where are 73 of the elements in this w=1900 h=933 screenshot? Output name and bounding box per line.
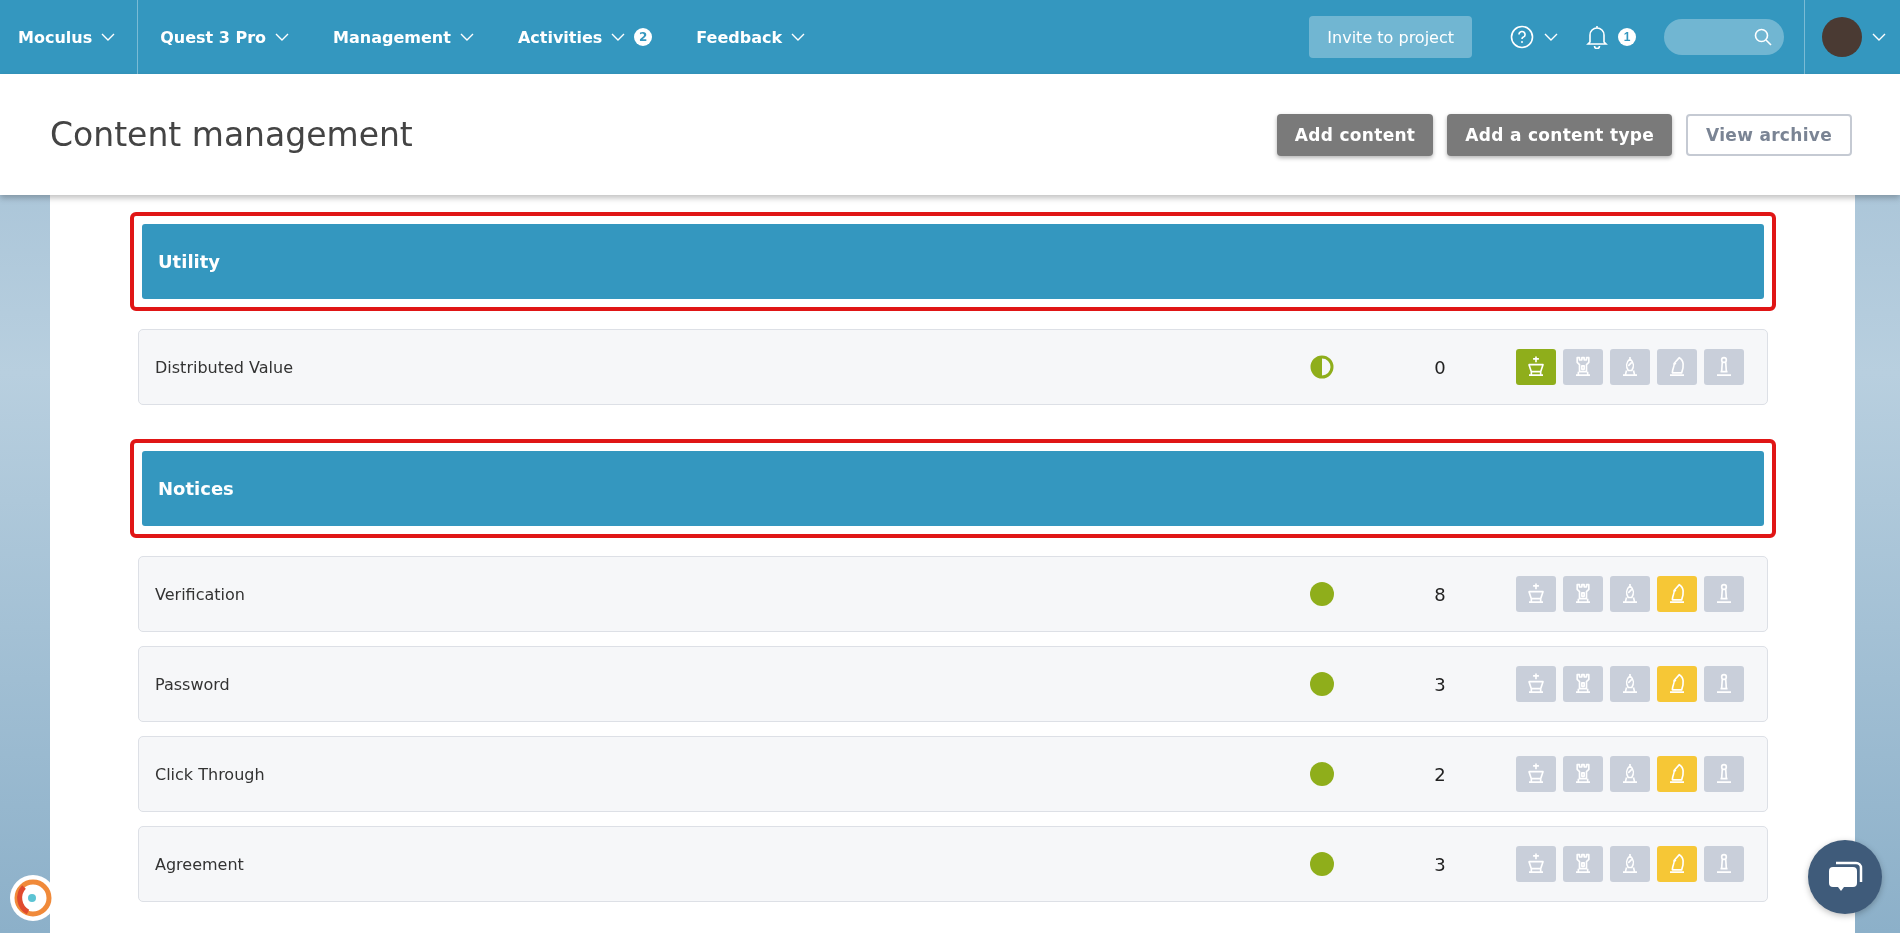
half-circle-icon xyxy=(1310,355,1334,379)
chevron-down-icon xyxy=(275,33,290,41)
header-button[interactable]: Add a content type xyxy=(1447,113,1673,156)
content-name: Distributed Value xyxy=(154,357,294,377)
content-name: Password xyxy=(154,674,231,694)
status-dot xyxy=(1310,852,1334,876)
avatar xyxy=(1822,17,1862,57)
status-dot xyxy=(1310,672,1334,696)
content-count: 8 xyxy=(1433,583,1447,605)
count-badge: 2 xyxy=(634,28,653,46)
header-button[interactable]: View archive xyxy=(1686,113,1852,156)
pawn-piece-button[interactable] xyxy=(1704,666,1744,702)
pawn-piece-button[interactable] xyxy=(1704,576,1744,612)
count-badge: 1 xyxy=(1618,28,1636,46)
chevron-down-icon xyxy=(101,33,116,41)
content-count: 0 xyxy=(1433,356,1447,378)
rook-piece-button[interactable] xyxy=(1563,756,1603,792)
nav-menu[interactable]: Quest 3 Pro xyxy=(138,0,312,74)
chevron-down-icon xyxy=(459,33,474,41)
bishop-piece-button[interactable] xyxy=(1610,756,1650,792)
nav-menu[interactable]: Feedback xyxy=(674,0,828,74)
bishop-piece-button[interactable] xyxy=(1610,576,1650,612)
content-name: Click Through xyxy=(154,764,266,784)
content-name: Agreement xyxy=(154,854,245,874)
chevron-down-icon xyxy=(1544,33,1558,41)
pawn-piece-button[interactable] xyxy=(1704,846,1744,882)
status-dot xyxy=(1310,582,1334,606)
bell-icon xyxy=(1586,25,1608,49)
rook-piece-button[interactable] xyxy=(1563,846,1603,882)
knight-piece-button[interactable] xyxy=(1657,666,1697,702)
chat-button[interactable] xyxy=(1808,840,1882,914)
content-count: 2 xyxy=(1433,763,1447,785)
help-menu[interactable] xyxy=(1510,25,1558,49)
rook-piece-button[interactable] xyxy=(1563,349,1603,385)
king-piece-button[interactable] xyxy=(1516,756,1556,792)
content-row[interactable]: Password 3 xyxy=(138,646,1768,722)
knight-piece-button[interactable] xyxy=(1657,846,1697,882)
king-piece-button[interactable] xyxy=(1516,666,1556,702)
pawn-piece-button[interactable] xyxy=(1704,349,1744,385)
king-piece-button[interactable] xyxy=(1516,576,1556,612)
content-row[interactable]: Distributed Value 0 xyxy=(138,329,1768,405)
page-title: Content management xyxy=(50,115,414,154)
content-row[interactable]: Verification 8 xyxy=(138,556,1768,632)
notifications-button[interactable]: 1 xyxy=(1586,25,1636,49)
nav-menu[interactable]: Management xyxy=(311,0,496,74)
content-name: Verification xyxy=(154,584,246,604)
search-icon xyxy=(1754,28,1772,46)
bishop-piece-button[interactable] xyxy=(1610,666,1650,702)
nav-menu[interactable]: Activities 2 xyxy=(495,0,675,74)
rook-piece-button[interactable] xyxy=(1563,576,1603,612)
knight-piece-button[interactable] xyxy=(1657,349,1697,385)
search-field[interactable] xyxy=(1664,19,1784,55)
king-piece-button[interactable] xyxy=(1516,349,1556,385)
group-header: Utility xyxy=(142,224,1764,299)
bishop-piece-button[interactable] xyxy=(1610,846,1650,882)
pawn-piece-button[interactable] xyxy=(1704,756,1744,792)
header-button[interactable]: Add content xyxy=(1276,113,1434,156)
status-dot xyxy=(1310,762,1334,786)
content-row[interactable]: Agreement 3 xyxy=(138,826,1768,902)
chevron-down-icon xyxy=(791,33,806,41)
content-count: 3 xyxy=(1433,853,1447,875)
knight-piece-button[interactable] xyxy=(1657,756,1697,792)
bishop-piece-button[interactable] xyxy=(1610,349,1650,385)
content-row[interactable]: Click Through 2 xyxy=(138,736,1768,812)
rook-piece-button[interactable] xyxy=(1563,666,1603,702)
group-header: Notices xyxy=(142,451,1764,526)
knight-piece-button[interactable] xyxy=(1657,576,1697,612)
chevron-down-icon xyxy=(611,33,626,41)
help-icon xyxy=(1510,25,1534,49)
chevron-down-icon xyxy=(1872,33,1886,41)
content-count: 3 xyxy=(1433,673,1447,695)
king-piece-button[interactable] xyxy=(1516,846,1556,882)
invite-button[interactable]: Invite to project xyxy=(1309,16,1472,58)
